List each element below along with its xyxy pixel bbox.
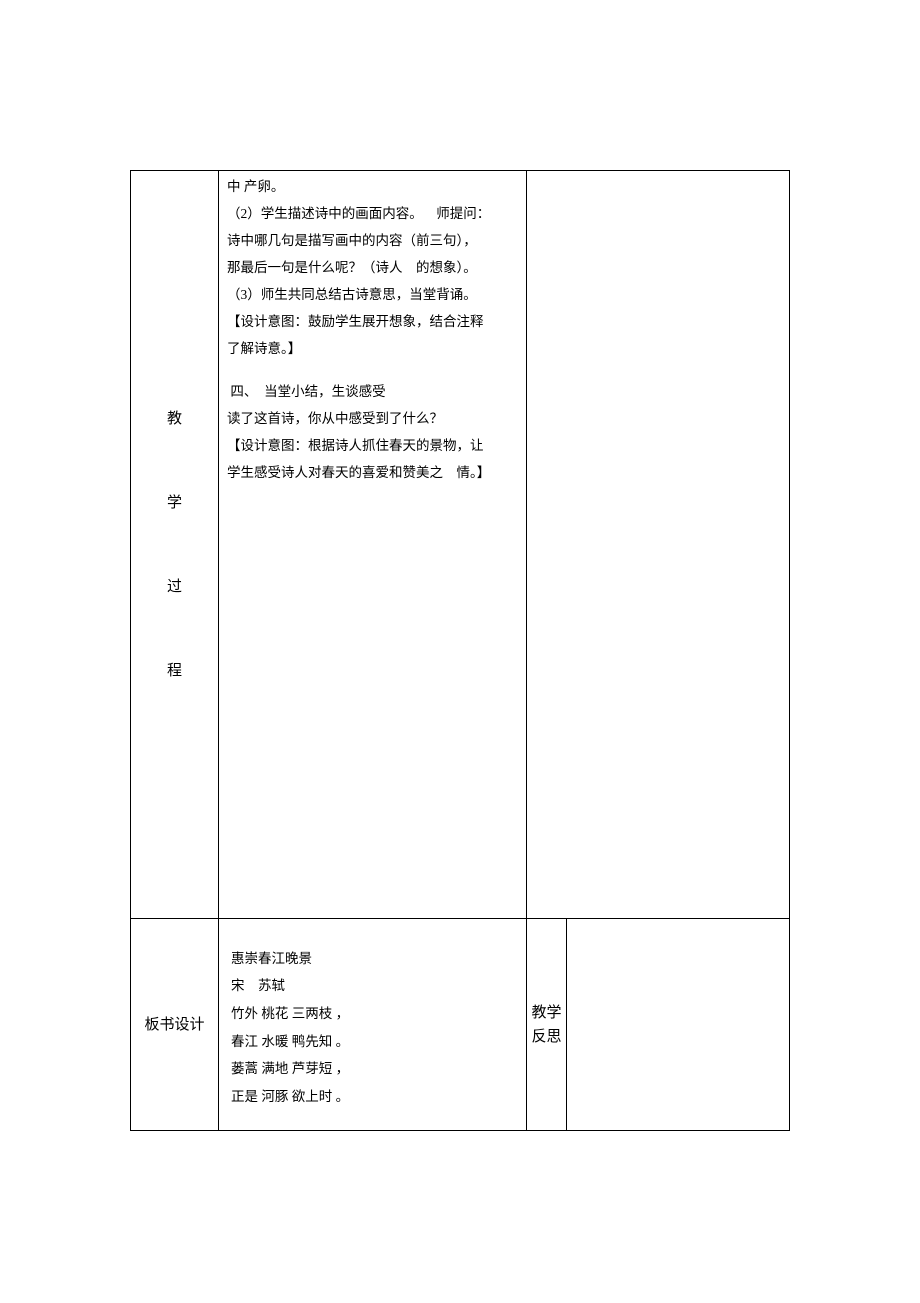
text: 教学	[531, 1005, 561, 1021]
text: 正是 河豚 欲上时 。	[231, 1089, 349, 1104]
process-label: 教 学 过 程	[131, 337, 218, 753]
process-content-cell: 中 产卵。 （2）学生描述诗中的画面内容。 师提问： 诗中哪几句是描写画中的内容…	[219, 171, 527, 919]
process-label-cell: 教 学 过 程	[131, 171, 219, 919]
reflection-content-cell	[567, 919, 790, 1131]
board-line: 竹外 桃花 三两枝 ，	[231, 1001, 516, 1027]
spacer	[227, 364, 518, 380]
process-label-char: 学	[167, 491, 182, 515]
board-line: 蒌蒿 满地 芦芽短 ，	[231, 1056, 516, 1082]
text: 当堂小结，生谈感受	[264, 384, 386, 399]
content-line: 那最后一句是什么呢？（诗人 的想象）。	[227, 256, 518, 281]
board-label: 板书设计	[144, 1017, 204, 1033]
page-container: 教 学 过 程 中 产卵。 （2）学生描述诗中的画面内容。 师提问： 诗中哪几句…	[0, 0, 920, 1281]
text: 春江 水暖 鸭先知 。	[231, 1034, 349, 1049]
text: 师提问：	[436, 206, 490, 221]
text: 【设计意图：根据诗人抓住春天的景物，让	[227, 438, 484, 453]
content-line: 【设计意图：根据诗人抓住春天的景物，让	[227, 434, 518, 459]
text: 的想象）。	[416, 260, 477, 275]
content-line: 读了这首诗，你从中感受到了什么？	[227, 407, 518, 432]
process-content: 中 产卵。 （2）学生描述诗中的画面内容。 师提问： 诗中哪几句是描写画中的内容…	[219, 171, 526, 498]
content-line: 学生感受诗人对春天的喜爱和赞美之 情。】	[227, 461, 518, 486]
process-label-char: 程	[167, 659, 182, 683]
text: 【设计意图：鼓励学生展开想象，结合注释	[227, 314, 484, 329]
board-content: 惠崇春江晚景 宋 苏轼 竹外 桃花 三两枝 ， 春江 水暖 鸭先知 。 蒌蒿 满…	[219, 926, 526, 1124]
text: （3）师生共同总结古诗意思，当堂背诵。	[227, 287, 477, 302]
board-line: 惠崇春江晚景	[231, 946, 516, 972]
text: 那最后一句是什么呢？（诗人	[227, 260, 403, 275]
content-line: 诗中哪几句是描写画中的内容（前三句），	[227, 229, 518, 254]
content-line: 中 产卵。	[227, 175, 518, 200]
content-line: 【设计意图：鼓励学生展开想象，结合注释	[227, 310, 518, 335]
process-label-char: 教	[167, 407, 182, 431]
text: 中 产卵。	[227, 179, 284, 194]
text: 蒌蒿 满地 芦芽短 ，	[231, 1061, 349, 1076]
text: 反思	[531, 1029, 561, 1045]
text: 了解诗意。】	[227, 341, 301, 356]
content-line: （3）师生共同总结古诗意思，当堂背诵。	[227, 283, 518, 308]
lesson-plan-table: 教 学 过 程 中 产卵。 （2）学生描述诗中的画面内容。 师提问： 诗中哪几句…	[130, 170, 790, 1131]
content-line: 四、 当堂小结，生谈感受	[227, 380, 518, 405]
text: （2）学生描述诗中的画面内容。	[227, 206, 423, 221]
process-notes-cell	[527, 171, 790, 919]
teaching-process-row: 教 学 过 程 中 产卵。 （2）学生描述诗中的画面内容。 师提问： 诗中哪几句…	[131, 171, 790, 919]
text: 读了这首诗，你从中感受到了什么？	[227, 411, 443, 426]
board-design-row: 板书设计 惠崇春江晚景 宋 苏轼 竹外 桃花 三两枝 ， 春江 水暖 鸭先知 。	[131, 919, 790, 1131]
text: 学生感受诗人对春天的喜爱和赞美之	[227, 465, 443, 480]
content-line: （2）学生描述诗中的画面内容。 师提问：	[227, 202, 518, 227]
reflection-label: 教学 反思	[527, 1001, 566, 1049]
board-line: 正是 河豚 欲上时 。	[231, 1084, 516, 1110]
board-line: 春江 水暖 鸭先知 。	[231, 1029, 516, 1055]
text: 诗中哪几句是描写画中的内容（前三句），	[227, 233, 477, 248]
board-content-cell: 惠崇春江晚景 宋 苏轼 竹外 桃花 三两枝 ， 春江 水暖 鸭先知 。 蒌蒿 满…	[219, 919, 527, 1131]
reflection-label-cell: 教学 反思	[527, 919, 567, 1131]
text: 竹外 桃花 三两枝 ，	[231, 1006, 349, 1021]
text: 宋	[231, 978, 245, 993]
board-label-cell: 板书设计	[131, 919, 219, 1131]
text: 惠崇春江晚景	[231, 951, 312, 966]
board-line: 宋 苏轼	[231, 973, 516, 999]
content-line: 了解诗意。】	[227, 337, 518, 362]
process-label-char: 过	[167, 575, 182, 599]
text: 四、	[230, 384, 257, 399]
text: 苏轼	[258, 978, 285, 993]
text: 情。】	[457, 465, 491, 480]
